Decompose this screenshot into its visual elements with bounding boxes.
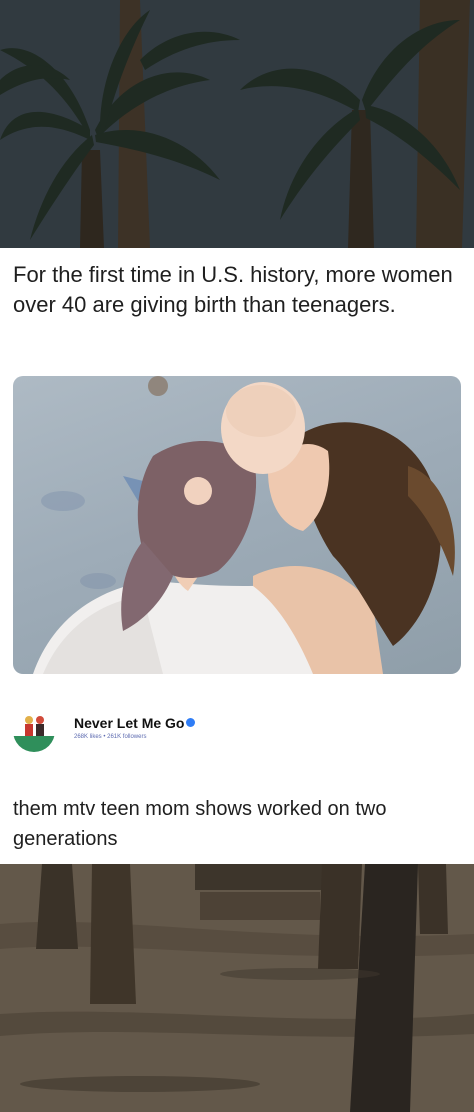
verified-badge-icon — [186, 718, 196, 727]
palm-trees-background-top — [0, 0, 474, 248]
mother-baby-photo[interactable] — [13, 376, 461, 674]
beach-background-bottom — [0, 864, 474, 1112]
post-headline: For the first time in U.S. history, more… — [13, 262, 453, 317]
author-stats: 268K likes • 261K followers — [74, 734, 147, 740]
post-caption: them mtv teen mom shows worked on two ge… — [13, 798, 387, 850]
author-name-text: Never Let Me Go — [74, 715, 185, 731]
author-name[interactable]: Never Let Me Go — [74, 715, 196, 731]
post-card: For the first time in U.S. history, more… — [0, 248, 474, 864]
meme-post-screen: For the first time in U.S. history, more… — [0, 0, 474, 1112]
author-row[interactable]: Never Let Me Go 268K likes • 261K follow… — [13, 710, 453, 752]
couple-avatar-icon[interactable] — [13, 710, 55, 752]
